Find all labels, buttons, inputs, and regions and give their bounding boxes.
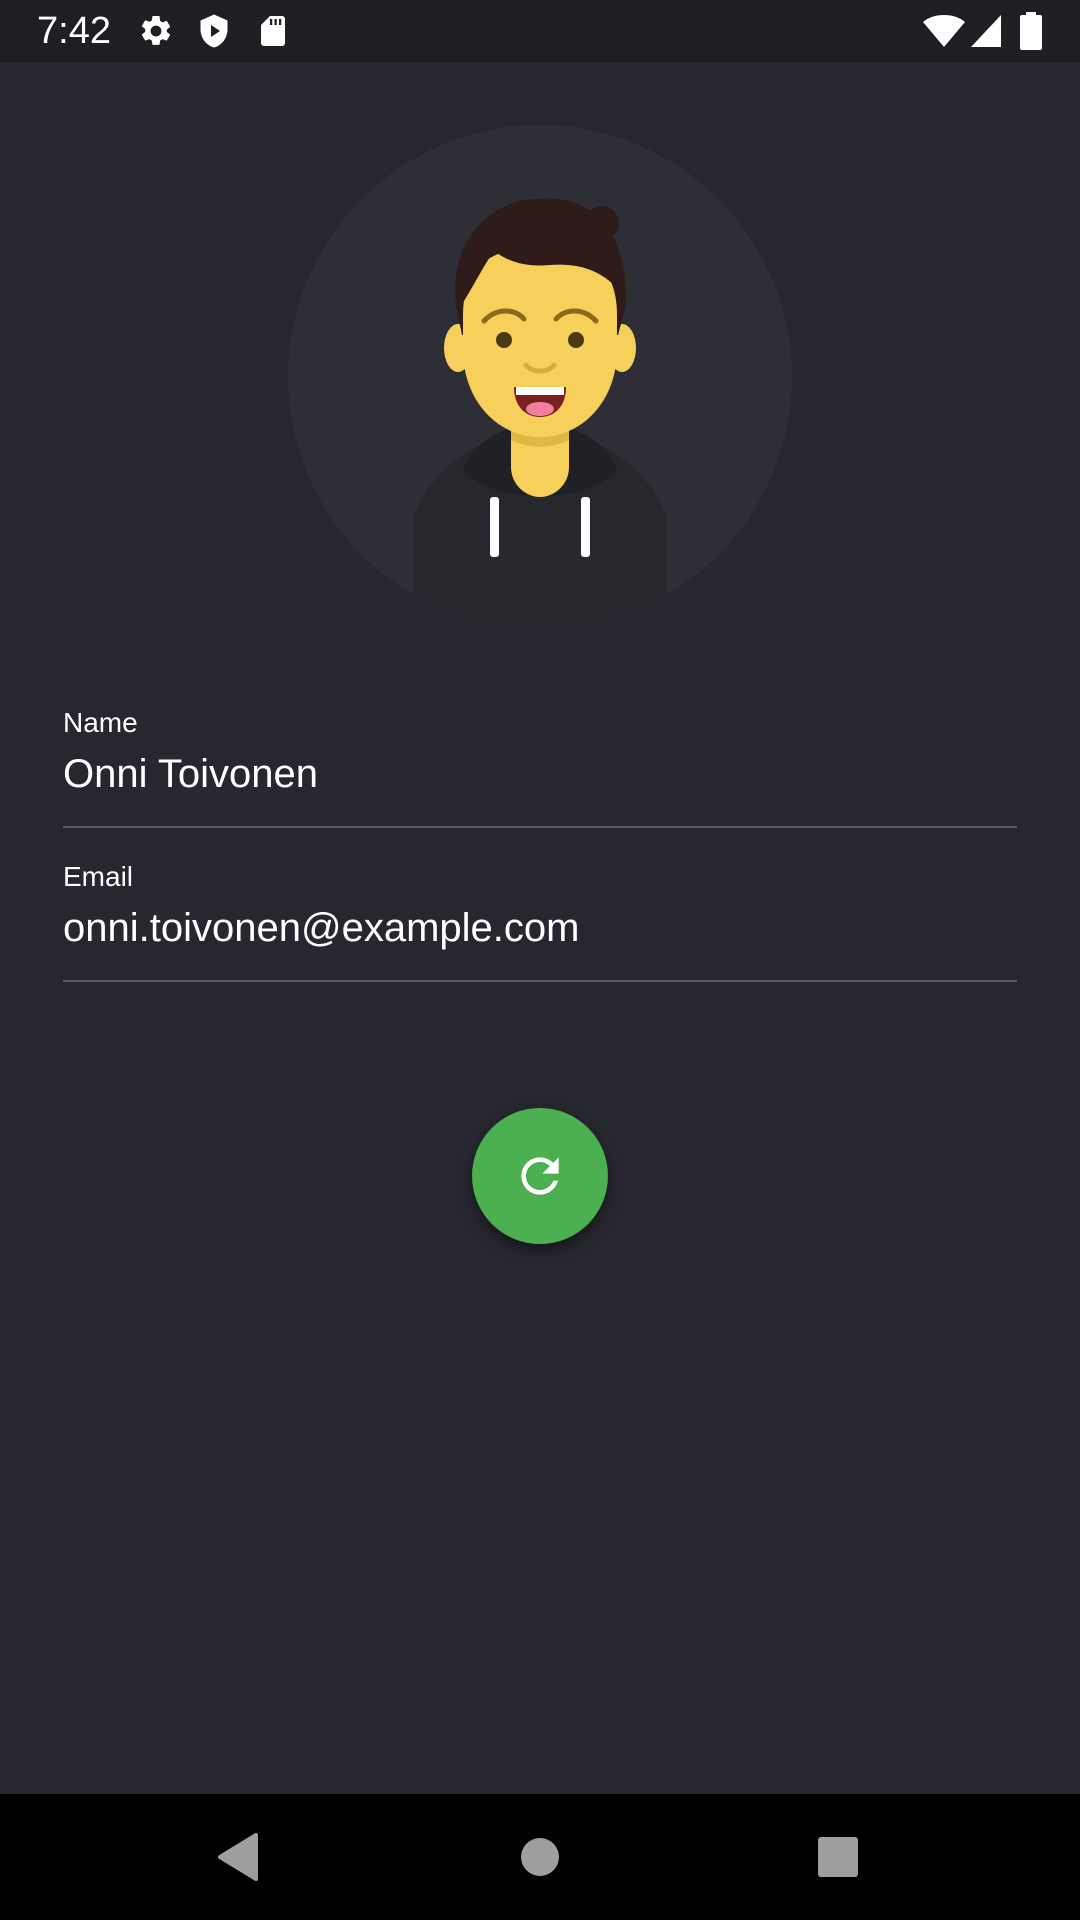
name-underline [63, 826, 1017, 828]
back-icon[interactable] [208, 1827, 268, 1887]
status-bar: 7:42 [0, 0, 1080, 62]
navigation-bar [0, 1794, 1080, 1920]
app-screen: 7:42 Name Onni Toivonen Email onni.toivo… [0, 0, 1080, 1920]
home-icon[interactable] [510, 1827, 570, 1887]
name-value[interactable]: Onni Toivonen [63, 751, 1017, 797]
email-field[interactable]: Email onni.toivonen@example.com [63, 861, 1017, 983]
avatar-illustration [413, 198, 667, 629]
sd-card-icon [261, 16, 285, 46]
wifi-icon [923, 15, 965, 47]
name-field[interactable]: Name Onni Toivonen [63, 707, 1017, 829]
status-time: 7:42 [37, 10, 111, 52]
name-label: Name [63, 707, 138, 738]
battery-icon [1020, 12, 1042, 50]
gear-icon [141, 15, 171, 45]
shield-play-icon [200, 14, 228, 48]
email-underline [63, 980, 1017, 982]
recents-icon[interactable] [808, 1827, 868, 1887]
refresh-button[interactable] [472, 1108, 608, 1244]
cell-signal-icon [971, 15, 1001, 47]
email-label: Email [63, 861, 134, 892]
avatar [288, 125, 792, 629]
refresh-icon [521, 1157, 559, 1195]
email-value[interactable]: onni.toivonen@example.com [63, 905, 1017, 951]
